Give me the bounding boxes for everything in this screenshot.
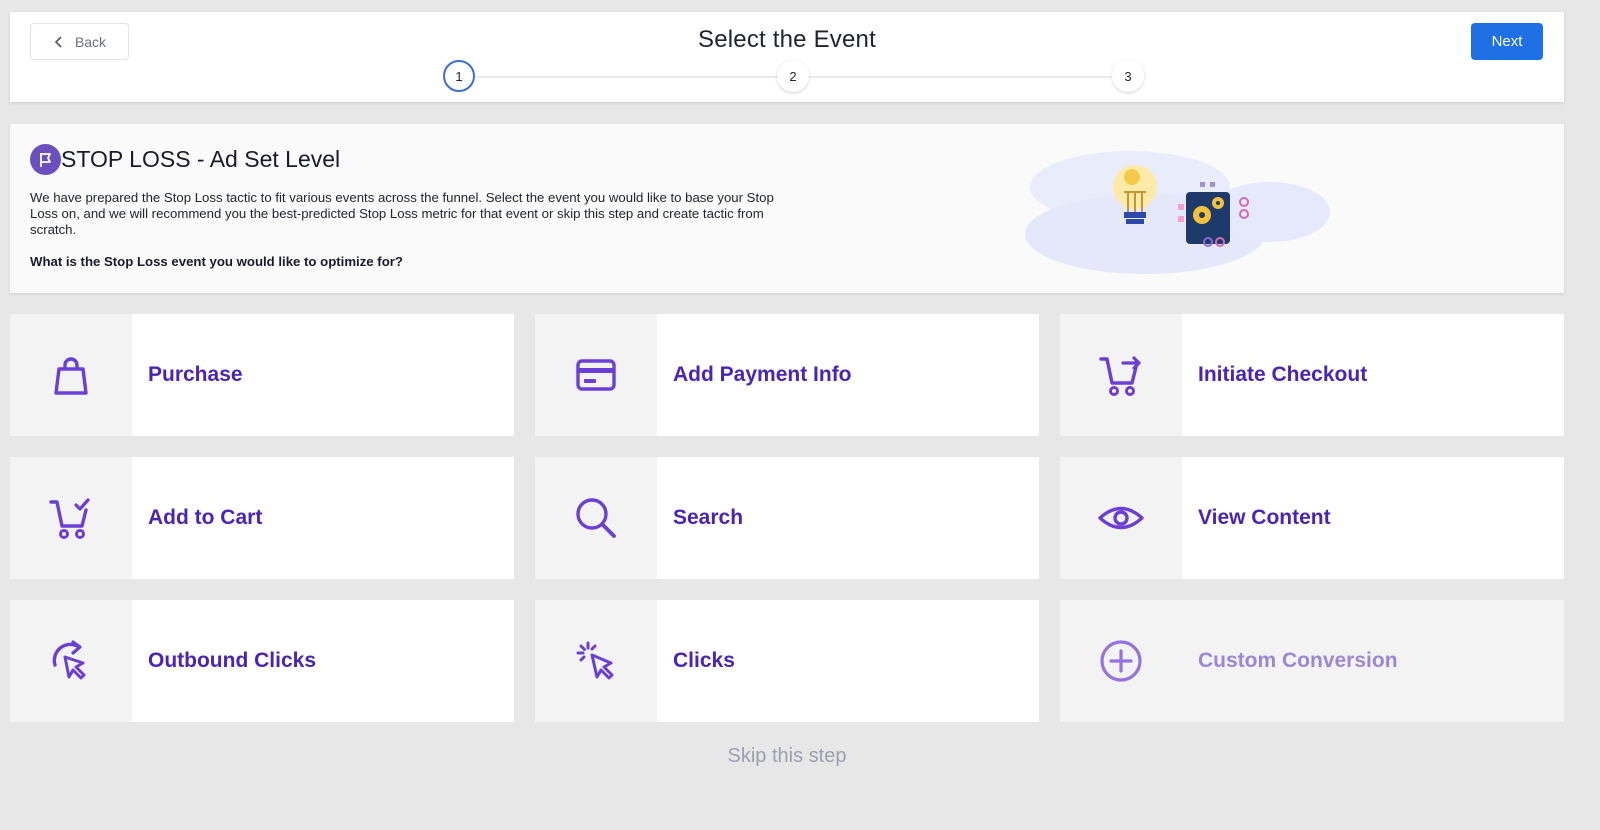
eye-icon <box>1098 506 1144 530</box>
tactic-title: STOP LOSS - Ad Set Level <box>61 146 341 172</box>
icon-box <box>1060 600 1182 722</box>
icon-box <box>10 457 132 579</box>
step-connector <box>809 76 1111 78</box>
event-card-clicks[interactable]: Clicks <box>535 600 1039 722</box>
header-bar: Back Select the Event Next 1 2 3 <box>10 12 1564 102</box>
event-card-add-payment-info[interactable]: Add Payment Info <box>535 314 1039 436</box>
shopping-bag-icon <box>54 357 88 395</box>
search-icon <box>576 498 616 538</box>
event-card-view-content[interactable]: View Content <box>1060 457 1564 579</box>
icon-box <box>535 314 657 436</box>
event-label: Initiate Checkout <box>1198 363 1368 386</box>
page-title: Select the Event <box>698 26 876 53</box>
event-card-add-to-cart[interactable]: Add to Cart <box>10 457 514 579</box>
event-label: Add Payment Info <box>673 363 852 386</box>
tactic-info-panel: STOP LOSS - Ad Set Level We have prepare… <box>10 124 1564 293</box>
event-card-outbound-clicks[interactable]: Outbound Clicks <box>10 600 514 722</box>
stepper: 1 2 3 <box>443 60 1163 94</box>
flag-icon <box>30 144 61 175</box>
event-label: Search <box>673 506 744 529</box>
event-card-custom-conversion[interactable]: Custom Conversion <box>1060 600 1564 722</box>
icon-box <box>10 600 132 722</box>
event-label: Custom Conversion <box>1198 649 1398 672</box>
event-label: Purchase <box>148 363 243 386</box>
event-label: Add to Cart <box>148 506 263 529</box>
lightbulb-chip-illustration <box>1025 151 1330 274</box>
event-label: View Content <box>1198 506 1331 529</box>
step-connector <box>475 76 777 78</box>
step-2[interactable]: 2 <box>777 60 809 92</box>
cart-check-icon <box>49 498 90 539</box>
icon-box <box>1060 314 1182 436</box>
click-cursor-icon <box>576 641 614 680</box>
next-button[interactable]: Next <box>1471 23 1543 60</box>
event-card-search[interactable]: Search <box>535 457 1039 579</box>
outbound-click-icon <box>52 640 86 680</box>
credit-card-icon <box>576 359 616 391</box>
event-label: Clicks <box>673 649 735 672</box>
event-label: Outbound Clicks <box>148 649 316 672</box>
step-1[interactable]: 1 <box>443 60 475 92</box>
icon-box <box>1060 457 1182 579</box>
tactic-title-row: STOP LOSS - Ad Set Level <box>30 144 340 175</box>
plus-circle-icon <box>1100 640 1142 682</box>
event-card-purchase[interactable]: Purchase <box>10 314 514 436</box>
step-3[interactable]: 3 <box>1112 60 1144 92</box>
cart-arrow-icon <box>1099 356 1141 396</box>
tactic-description: We have prepared the Stop Loss tactic to… <box>30 190 774 237</box>
icon-box <box>535 457 657 579</box>
skip-step-link[interactable]: Skip this step <box>0 745 1574 768</box>
icon-box <box>10 314 132 436</box>
event-card-initiate-checkout[interactable]: Initiate Checkout <box>1060 314 1564 436</box>
icon-box <box>535 600 657 722</box>
tactic-question: What is the Stop Loss event you would li… <box>30 254 403 269</box>
